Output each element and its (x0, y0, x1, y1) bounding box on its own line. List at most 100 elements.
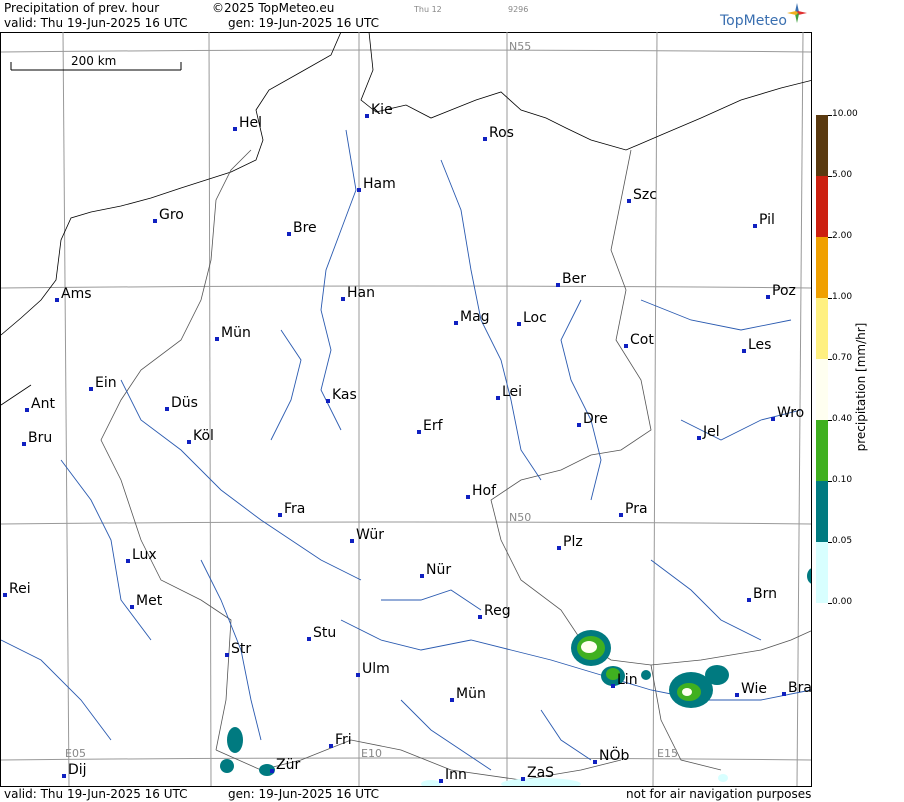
city-label-fra: Fra (284, 501, 305, 517)
precipitation-map[interactable]: 200 km N55 N50 E05 E10 E15 Kie Hel Ros Ham S… (0, 32, 812, 786)
run-day: Thu 12 (414, 5, 442, 14)
legend-level-label: 0.70 (832, 353, 853, 363)
city-label-hof: Hof (472, 483, 497, 499)
legend-tick (828, 115, 832, 116)
city-label-cot: Cot (630, 332, 654, 348)
topmeteo-logo: TopMeteo (720, 13, 787, 29)
legend-level-label: 0.05 (832, 536, 853, 546)
city-marker-ant (25, 408, 29, 412)
city-label-dre: Dre (583, 411, 608, 427)
city-marker-wro (771, 417, 775, 421)
city-label-ros: Ros (489, 125, 514, 141)
copyright: ©2025 TopMeteo.eu (212, 1, 335, 15)
city-marker-fri (329, 744, 333, 748)
city-marker-met (130, 605, 134, 609)
city-label-zas: ZaS (527, 765, 554, 781)
city-label-mag: Mag (460, 309, 490, 325)
map-header: Precipitation of prev. hour ©2025 TopMet… (0, 0, 812, 33)
city-label-bru: Bru (28, 430, 52, 446)
city-label-brn: Brn (753, 586, 777, 602)
legend-level-label: 0.10 (832, 475, 853, 485)
city-label-gro: Gro (159, 207, 184, 223)
city-marker-nöb (593, 760, 597, 764)
city-marker-dij (62, 774, 66, 778)
city-label-loc: Loc (523, 310, 547, 326)
legend-color-band (816, 237, 828, 298)
city-label-ams: Ams (61, 286, 92, 302)
city-label-köl: Köl (193, 428, 214, 444)
legend-tick (828, 298, 832, 299)
grid-label-e15: E15 (657, 747, 678, 760)
city-label-met: Met (136, 593, 163, 609)
city-marker-jel (697, 436, 701, 440)
city-label-reg: Reg (484, 603, 511, 619)
city-label-wür: Wür (356, 527, 384, 543)
city-marker-reg (478, 615, 482, 619)
city-marker-düs (165, 407, 169, 411)
city-label-ant: Ant (31, 396, 55, 412)
city-label-les: Les (748, 337, 771, 353)
city-marker-pra (619, 513, 623, 517)
city-label-inn: Inn (445, 767, 467, 783)
run-code: 9296 (508, 5, 529, 14)
city-marker-wür (350, 539, 354, 543)
city-label-rei: Rei (9, 581, 31, 597)
city-label-düs: Düs (171, 395, 198, 411)
city-label-bra: Bra (788, 680, 812, 696)
city-label-han: Han (347, 285, 375, 301)
city-marker-hel (233, 127, 237, 131)
city-label-pil: Pil (759, 212, 775, 228)
legend-tick (828, 237, 832, 238)
city-marker-inn (439, 779, 443, 783)
legend-color-band (816, 176, 828, 237)
city-marker-ros (483, 137, 487, 141)
coastline (1, 32, 811, 406)
legend-tick (828, 359, 832, 360)
city-marker-hof (466, 495, 470, 499)
city-marker-bru (22, 442, 26, 446)
city-marker-gro (153, 219, 157, 223)
city-label-zür: Zür (276, 757, 300, 773)
scale-label: 200 km (71, 54, 116, 68)
legend-level-label: 0.00 (832, 597, 853, 607)
legend-level-label: 0.40 (832, 414, 853, 424)
city-label-ein: Ein (95, 375, 117, 391)
city-label-poz: Poz (772, 283, 796, 299)
city-marker-zür (270, 769, 274, 773)
city-marker-mag (454, 321, 458, 325)
city-marker-köl (187, 440, 191, 444)
city-label-stu: Stu (313, 625, 336, 641)
city-marker-kie (365, 114, 369, 118)
city-label-ham: Ham (363, 176, 396, 192)
city-marker-nür (420, 574, 424, 578)
city-label-lin: Lin (617, 672, 638, 688)
legend-color-band (816, 420, 828, 481)
city-label-ulm: Ulm (362, 661, 390, 677)
city-marker-loc (517, 322, 521, 326)
footer-generation-time: gen: 19-Jun-2025 16 UTC (228, 787, 380, 801)
city-marker-les (742, 349, 746, 353)
city-marker-bra (782, 692, 786, 696)
city-marker-ulm (356, 673, 360, 677)
city-marker-cot (624, 344, 628, 348)
city-label-kas: Kas (332, 387, 357, 403)
city-marker-bre (287, 232, 291, 236)
map-footer: valid: Thu 19-Jun-2025 16 UTC gen: 19-Ju… (0, 786, 812, 802)
city-marker-ams (55, 298, 59, 302)
city-label-mün: Mün (221, 325, 251, 341)
city-marker-dre (577, 423, 581, 427)
city-label-lux: Lux (132, 547, 157, 563)
city-label-nöb: NÖb (599, 746, 629, 764)
legend-tick (828, 176, 832, 177)
city-marker-poz (766, 295, 770, 299)
legend-tick (828, 603, 832, 604)
city-marker-ber (556, 283, 560, 287)
city-marker-wie (735, 693, 739, 697)
city-marker-fra (278, 513, 282, 517)
city-label-mün: Mün (456, 686, 486, 702)
city-marker-erf (417, 430, 421, 434)
generation-time: gen: 19-Jun-2025 16 UTC (228, 16, 380, 30)
city-label-hel: Hel (239, 115, 262, 131)
city-label-bre: Bre (293, 220, 317, 236)
footer-valid-time: valid: Thu 19-Jun-2025 16 UTC (4, 787, 188, 801)
